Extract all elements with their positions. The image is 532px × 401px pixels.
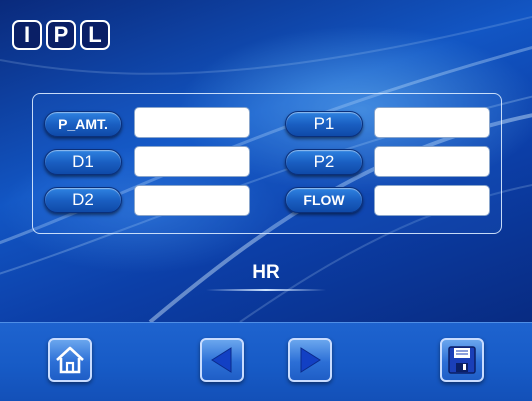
p2-field[interactable]: [374, 146, 490, 177]
logo-letter-p: P: [46, 20, 76, 50]
p1-field[interactable]: [374, 107, 490, 138]
floppy-disk-icon: [447, 345, 477, 375]
ipl-logo: I P L: [12, 20, 110, 50]
p1-button[interactable]: P1: [285, 111, 363, 137]
arrow-left-icon: [209, 346, 235, 374]
previous-button[interactable]: [200, 338, 244, 382]
flow-field[interactable]: [374, 185, 490, 216]
next-button[interactable]: [288, 338, 332, 382]
d2-button[interactable]: D2: [44, 187, 122, 213]
d1-button[interactable]: D1: [44, 149, 122, 175]
p-amt-button[interactable]: P_AMT.: [44, 111, 122, 137]
flow-button[interactable]: FLOW: [285, 187, 363, 213]
save-button[interactable]: [440, 338, 484, 382]
p-amt-field[interactable]: [134, 107, 250, 138]
d1-field[interactable]: [134, 146, 250, 177]
home-icon: [54, 345, 86, 375]
home-button[interactable]: [48, 338, 92, 382]
mode-label: HR: [252, 262, 280, 283]
arrow-right-icon: [297, 346, 323, 374]
d2-field[interactable]: [134, 185, 250, 216]
mode-underline: [206, 289, 326, 291]
logo-letter-l: L: [80, 20, 110, 50]
logo-letter-i: I: [12, 20, 42, 50]
p2-button[interactable]: P2: [285, 149, 363, 175]
